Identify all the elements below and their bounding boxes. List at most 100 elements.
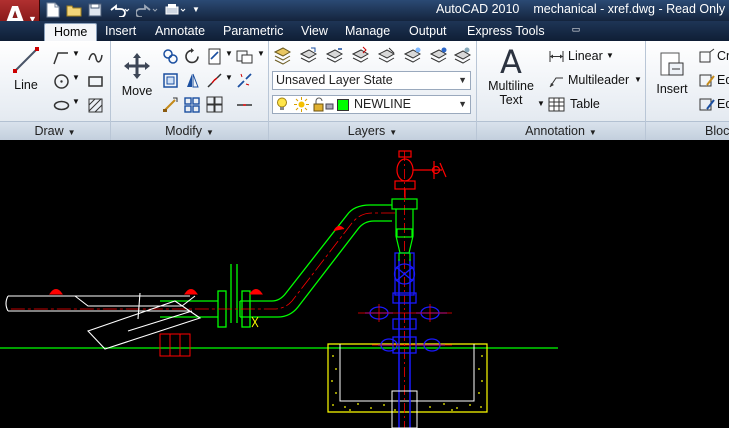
array-icon[interactable] [183, 95, 202, 114]
create-block-label[interactable]: Cr [717, 49, 729, 63]
tab-annotate[interactable]: Annotate [146, 23, 214, 41]
layer-properties-icon[interactable] [273, 46, 292, 65]
edit-block-label[interactable]: Ed [717, 73, 729, 87]
panel-modify-title[interactable]: Modify ▼ [111, 121, 268, 140]
chevron-down-icon[interactable]: ▼ [225, 73, 233, 82]
erase-icon[interactable] [235, 47, 254, 66]
table-label[interactable]: Table [570, 97, 600, 111]
chevron-down-icon[interactable]: ▼ [634, 75, 642, 84]
redo-icon[interactable] [135, 1, 159, 18]
lightbulb-icon [276, 97, 288, 113]
ribbon-tab-bar: Home Insert Annotate Parametric View Man… [0, 21, 729, 41]
multileader-icon[interactable] [547, 71, 566, 90]
text-label: Text [499, 93, 523, 107]
layer-name-value: NEWLINE [354, 97, 411, 111]
scale-icon[interactable] [161, 95, 180, 114]
spline-icon[interactable] [86, 48, 105, 67]
panel-layers: Unsaved Layer State ▼ NEWLINE ▼ Layers ▼ [269, 41, 477, 140]
rectangle-icon[interactable] [86, 72, 105, 91]
save-icon[interactable] [86, 1, 103, 18]
fillet-icon[interactable] [205, 71, 224, 90]
drawing-svg [0, 150, 558, 428]
ribbon: Line ▼ ▼ ▼ Draw ▼ Move ▼ ▼ ▼ Modify ▼ Un… [0, 41, 729, 140]
tab-parametric[interactable]: Parametric [214, 23, 292, 41]
stretch-icon[interactable] [161, 71, 180, 90]
panel-annotation: A Multiline Text ▼ Linear ▼ Multileader … [477, 41, 646, 140]
chevron-down-icon[interactable]: ▼ [537, 99, 545, 108]
qat-customize-icon[interactable]: ▼ [191, 1, 201, 18]
rotate-icon[interactable] [183, 47, 202, 66]
drawing-canvas[interactable] [0, 141, 729, 428]
line-label: Line [14, 78, 38, 92]
layer-lock-icon[interactable] [453, 46, 472, 65]
chevron-down-icon[interactable]: ▼ [72, 49, 80, 58]
move-label: Move [121, 84, 153, 98]
panel-layers-title[interactable]: Layers ▼ [269, 121, 476, 140]
panel-draw-title[interactable]: Draw ▼ [0, 121, 110, 140]
linear-dimension-icon[interactable] [547, 47, 566, 66]
create-block-icon[interactable] [698, 47, 717, 66]
tab-express-tools[interactable]: Express Tools [458, 23, 554, 41]
layer-unisolate-icon[interactable] [377, 46, 396, 65]
new-icon[interactable] [44, 1, 61, 18]
circle-icon[interactable] [52, 72, 71, 91]
multileader-label[interactable]: Multileader [568, 73, 629, 87]
layer-match-icon[interactable] [299, 46, 318, 65]
chevron-down-icon[interactable]: ▼ [225, 49, 233, 58]
undo-icon[interactable] [107, 1, 131, 18]
chevron-down-icon[interactable]: ▼ [606, 51, 614, 60]
layer-dropdown[interactable]: NEWLINE ▼ [272, 95, 471, 114]
tab-insert[interactable]: Insert [96, 23, 145, 41]
layer-state-dropdown[interactable]: Unsaved Layer State ▼ [272, 71, 471, 90]
layer-off-icon[interactable] [429, 46, 448, 65]
layer-isolate-icon[interactable] [351, 46, 370, 65]
title-bar: ▼ AutoCAD 2010 mechanical - xref.dwg - Re… [0, 0, 729, 21]
layer-previous-icon[interactable] [325, 46, 344, 65]
plot-icon[interactable] [163, 1, 187, 18]
layer-state-value: Unsaved Layer State [276, 73, 393, 87]
explode-icon[interactable] [235, 71, 254, 90]
trim-icon[interactable] [205, 47, 224, 66]
hatch-icon[interactable] [86, 96, 105, 115]
pipe-supports [49, 225, 345, 357]
move-button[interactable]: Move [117, 51, 157, 98]
app-name: AutoCAD 2010 [436, 2, 520, 16]
multiline-text-button[interactable]: A Multiline Text [483, 45, 539, 107]
multiline-label: Multiline [488, 79, 534, 93]
layer-color-swatch [337, 99, 349, 111]
ellipse-icon[interactable] [52, 96, 71, 115]
mirror-icon[interactable] [183, 71, 202, 90]
panel-draw-title-text: Draw [34, 124, 64, 138]
document-name: mechanical - xref.dwg - Read Only [533, 2, 726, 16]
panel-draw: Line ▼ ▼ ▼ Draw ▼ [0, 41, 111, 140]
insert-block-button[interactable]: Insert [650, 49, 694, 96]
ribbon-minimize-icon[interactable]: ▭ [567, 24, 585, 37]
tab-output[interactable]: Output [400, 23, 456, 41]
edit-attributes-icon[interactable] [698, 95, 717, 114]
chevron-down-icon[interactable]: ▼ [72, 97, 80, 106]
offset-icon[interactable] [205, 95, 224, 114]
tab-manage[interactable]: Manage [336, 23, 399, 41]
open-icon[interactable] [65, 1, 82, 18]
edit-block-icon[interactable] [698, 71, 717, 90]
chevron-down-icon: ▼ [458, 75, 467, 85]
pit-structure [327, 343, 488, 413]
join-icon[interactable] [235, 95, 254, 114]
linear-label[interactable]: Linear [568, 49, 603, 63]
edit-attributes-label[interactable]: Ed [717, 97, 729, 111]
layer-freeze-icon[interactable] [403, 46, 422, 65]
panel-annotation-title[interactable]: Annotation ▼ [477, 121, 645, 140]
panel-block-title[interactable]: Block [646, 121, 729, 140]
wellhead-valves [365, 252, 447, 354]
chevron-down-icon[interactable]: ▼ [72, 73, 80, 82]
text-icon: A [500, 43, 522, 81]
chevron-down-icon[interactable]: ▼ [257, 49, 265, 58]
polyline-icon[interactable] [52, 48, 71, 67]
copy-icon[interactable] [161, 47, 180, 66]
tab-view[interactable]: View [292, 23, 337, 41]
tab-home[interactable]: Home [44, 23, 98, 41]
table-icon[interactable] [547, 95, 566, 114]
insert-label: Insert [656, 82, 688, 96]
panel-modify: Move ▼ ▼ ▼ Modify ▼ [111, 41, 269, 140]
line-button[interactable]: Line [4, 45, 48, 92]
